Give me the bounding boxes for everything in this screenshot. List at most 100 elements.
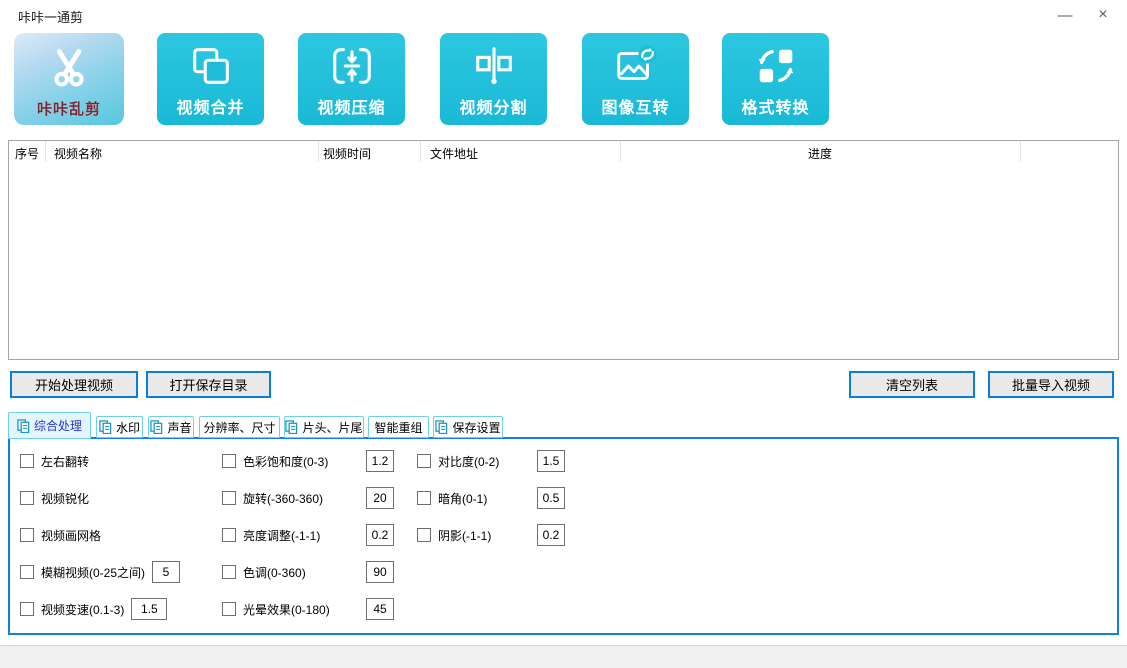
close-button[interactable]: ×: [1085, 0, 1121, 30]
rotate-input[interactable]: [366, 487, 394, 509]
minimize-icon: —: [1057, 6, 1073, 24]
column-header-time[interactable]: 视频时间: [323, 145, 371, 162]
setting-label: 视频画网格: [41, 528, 102, 543]
setting-grid: 视频画网格: [20, 522, 101, 548]
saturation-checkbox[interactable]: [222, 454, 236, 468]
tool-button-label: 视频合并: [176, 100, 245, 117]
column-header-progress[interactable]: 进度: [620, 145, 1020, 162]
open-save-directory-button[interactable]: 打开保存目录: [146, 371, 271, 398]
hue-input[interactable]: [366, 561, 394, 583]
setting-speed: 视频变速(0.1-3): [20, 596, 168, 622]
hue-checkbox[interactable]: [222, 565, 236, 579]
setting-flip-horizontal: 左右翻转: [20, 448, 89, 474]
tab-label: 智能重组: [374, 420, 423, 435]
column-divider: [420, 141, 421, 162]
halo-checkbox[interactable]: [222, 602, 236, 616]
speed-input[interactable]: [131, 598, 168, 620]
shadow-input[interactable]: [537, 524, 565, 546]
clear-list-label: 清空列表: [885, 378, 938, 393]
tab-smart-recompose[interactable]: 智能重组: [368, 416, 429, 438]
setting-label: 阴影(-1-1): [438, 528, 492, 543]
video-compress-button[interactable]: 视频压缩: [298, 33, 405, 125]
batch-import-button[interactable]: 批量导入视频: [988, 371, 1114, 398]
tab-save-settings[interactable]: 保存设置: [433, 416, 503, 438]
setting-vignette: 暗角(0-1): [417, 485, 565, 511]
video-list-body[interactable]: [9, 162, 1118, 359]
tab-label: 保存设置: [452, 420, 501, 435]
tab-general-processing[interactable]: 综合处理: [8, 412, 91, 439]
tab-label: 片头、片尾: [302, 420, 363, 435]
start-processing-label: 开始处理视频: [34, 378, 113, 393]
contrast-input[interactable]: [537, 450, 565, 472]
tool-button-label: 视频压缩: [317, 100, 386, 117]
format-convert-icon: [758, 49, 793, 83]
setting-label: 模糊视频(0-25之间): [41, 565, 146, 580]
status-bar: [0, 645, 1127, 668]
setting-label: 视频锐化: [41, 491, 90, 506]
setting-label: 旋转(-360-360): [243, 491, 324, 506]
brightness-checkbox[interactable]: [222, 528, 236, 542]
grid-checkbox[interactable]: [20, 528, 34, 542]
rotate-checkbox[interactable]: [222, 491, 236, 505]
blur-checkbox[interactable]: [20, 565, 34, 579]
contrast-checkbox[interactable]: [417, 454, 431, 468]
video-split-button[interactable]: 视频分割: [440, 33, 547, 125]
blur-input[interactable]: [152, 561, 181, 583]
logo-button-kaka-luanjian[interactable]: 咔咔乱剪: [14, 33, 124, 125]
vignette-checkbox[interactable]: [417, 491, 431, 505]
format-convert-button[interactable]: 格式转换: [722, 33, 829, 125]
tab-label: 声音: [167, 420, 192, 435]
tool-button-label: 格式转换: [741, 100, 810, 117]
vignette-input[interactable]: [537, 487, 565, 509]
column-divider: [620, 141, 621, 162]
shadow-checkbox[interactable]: [417, 528, 431, 542]
setting-sharpen: 视频锐化: [20, 485, 89, 511]
setting-shadow: 阴影(-1-1): [417, 522, 565, 548]
speed-checkbox[interactable]: [20, 602, 34, 616]
batch-import-label: 批量导入视频: [1011, 378, 1090, 393]
setting-hue: 色调(0-360): [222, 559, 394, 585]
halo-input[interactable]: [366, 598, 394, 620]
column-header-seq[interactable]: 序号: [15, 145, 39, 162]
tab-resolution-size[interactable]: 分辨率、尺寸: [199, 416, 280, 438]
setting-label: 亮度调整(-1-1): [243, 528, 321, 543]
setting-brightness: 亮度调整(-1-1): [222, 522, 394, 548]
video-merge-button[interactable]: 视频合并: [157, 33, 264, 125]
tab-intro-outro[interactable]: 片头、片尾: [284, 416, 364, 438]
setting-label: 视频变速(0.1-3): [41, 602, 125, 617]
setting-halo: 光晕效果(0-180): [222, 596, 394, 622]
setting-label: 色彩饱和度(0-3): [243, 454, 329, 469]
tab-audio[interactable]: 声音: [148, 416, 194, 438]
tab-label: 综合处理: [33, 419, 82, 433]
general-processing-panel: 左右翻转 视频锐化 视频画网格 模糊视频(0-25之间) 视频变速(0.1-3)…: [8, 437, 1119, 635]
minimize-button[interactable]: —: [1047, 0, 1083, 30]
open-save-directory-label: 打开保存目录: [169, 378, 248, 393]
start-processing-button[interactable]: 开始处理视频: [10, 371, 138, 398]
saturation-input[interactable]: [366, 450, 394, 472]
brightness-input[interactable]: [366, 524, 394, 546]
setting-label: 色调(0-360): [243, 565, 306, 580]
column-header-path[interactable]: 文件地址: [430, 145, 478, 162]
flip-horizontal-checkbox[interactable]: [20, 454, 34, 468]
setting-label: 光晕效果(0-180): [243, 602, 330, 617]
document-copy-icon: [99, 420, 112, 434]
setting-rotate: 旋转(-360-360): [222, 485, 394, 511]
clear-list-button[interactable]: 清空列表: [849, 371, 975, 398]
setting-label: 左右翻转: [41, 454, 90, 469]
scissors-icon: [54, 49, 84, 87]
sharpen-checkbox[interactable]: [20, 491, 34, 505]
logo-label: 咔咔乱剪: [36, 101, 101, 118]
column-divider: [45, 141, 46, 162]
document-copy-icon: [285, 420, 298, 434]
video-list-header: 序号 视频名称 视频时间 文件地址 进度: [9, 141, 1118, 163]
column-header-name[interactable]: 视频名称: [54, 145, 102, 162]
app-window: 咔咔一通剪 — × 咔咔乱剪 视频合并 视频压缩 视频分割 图像互转 格式转换 …: [0, 0, 1127, 668]
tab-label: 分辨率、尺寸: [203, 420, 276, 435]
tab-watermark[interactable]: 水印: [96, 416, 143, 438]
image-convert-icon: [616, 45, 657, 80]
setting-saturation: 色彩饱和度(0-3): [222, 448, 394, 474]
image-convert-button[interactable]: 图像互转: [582, 33, 689, 125]
video-split-icon: [475, 47, 512, 85]
setting-label: 暗角(0-1): [438, 491, 488, 506]
video-compress-icon: [332, 48, 371, 84]
